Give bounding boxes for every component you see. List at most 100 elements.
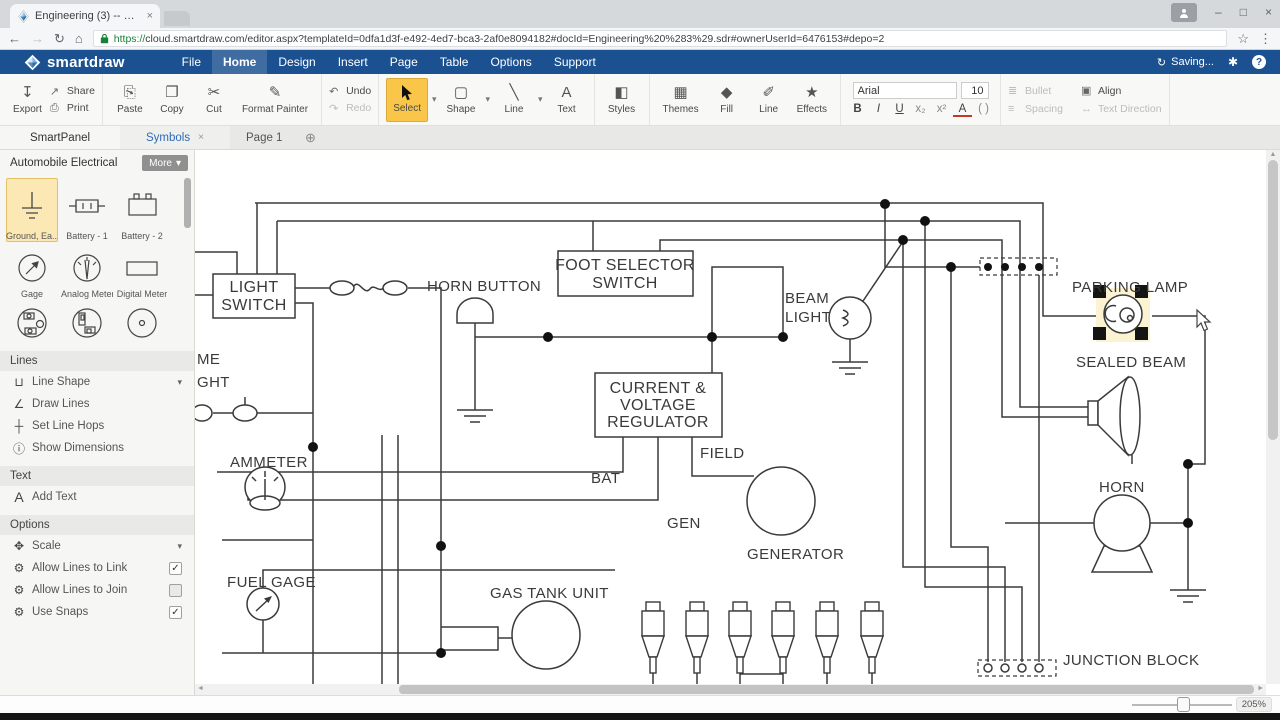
tab-symbols[interactable]: Symbols× [120,126,230,149]
bullet-button[interactable]: ≣Bullet [1008,84,1063,97]
symbol-distributor-2[interactable] [61,302,113,342]
spacing-button[interactable]: ≡Spacing [1008,103,1063,115]
horn-button-symbol[interactable] [457,298,493,323]
undo-button[interactable]: ↶Undo [329,85,371,98]
panel-scrollbar[interactable] [184,178,191,326]
fuse-link-symbols[interactable] [330,281,407,295]
use-snaps-checkbox[interactable]: ✓ [169,606,182,619]
vertical-scrollbar-thumb[interactable] [1268,160,1278,440]
use-snaps-item[interactable]: ⚙Use Snaps✓ [0,601,194,623]
line-shape-item[interactable]: ⊔Line Shape▾ [0,371,194,393]
draw-lines-item[interactable]: ∠Draw Lines [0,393,194,415]
add-text-item[interactable]: AAdd Text [0,486,194,508]
fill-button[interactable]: ◆Fill [707,78,747,122]
scroll-left-icon[interactable]: ◄ [197,685,204,692]
menu-file[interactable]: File [171,50,212,74]
menu-options[interactable]: Options [479,50,542,74]
scroll-right-icon[interactable]: ► [1257,685,1264,692]
ammeter-symbol[interactable] [245,467,285,510]
cable-connector-symbols[interactable] [642,602,883,673]
gas-tank-symbol[interactable] [512,601,580,669]
canvas-horizontal-scrollbar[interactable]: ◄ ► [195,684,1266,695]
scale-caret[interactable]: ▾ [177,541,182,552]
menu-insert[interactable]: Insert [327,50,379,74]
junction-block-symbol[interactable] [978,660,1056,676]
menu-support[interactable]: Support [543,50,607,74]
print-button[interactable]: ⎙Print [50,102,95,115]
symbol-gage[interactable]: Gage [6,244,58,300]
bookmark-star-icon[interactable]: ☆ [1237,31,1249,47]
symbols-tab-close-icon[interactable]: × [198,132,204,143]
text-direction-button[interactable]: ↔Text Direction [1081,103,1162,115]
shape-caret[interactable]: ▾ [483,94,492,105]
redo-button[interactable]: ↷Redo [329,102,371,115]
scroll-up-icon[interactable]: ▲ [1270,150,1277,160]
line-format-button[interactable]: ✐Line [749,78,789,122]
reload-icon[interactable]: ↻ [54,31,65,47]
themes-button[interactable]: ▦Themes [657,78,705,122]
underline-button[interactable]: U [890,103,909,117]
home-icon[interactable]: ⌂ [75,31,83,46]
menu-home[interactable]: Home [212,50,267,74]
select-tool-button[interactable]: Select [386,78,428,122]
tab-smartpanel[interactable]: SmartPanel [0,126,120,149]
canvas-vertical-scrollbar[interactable]: ▲ [1266,150,1280,684]
line-tool-button[interactable]: ╲Line [494,78,534,122]
show-dimensions-item[interactable]: ⓘShow Dimensions [0,437,194,459]
cut-button[interactable]: ✂Cut [194,78,234,122]
share-button[interactable]: ↗Share [50,85,95,98]
symbol-distributor-1[interactable] [6,302,58,342]
zoom-slider-thumb[interactable] [1177,697,1190,712]
subscript-button[interactable]: x₂ [911,103,930,117]
add-page-button[interactable]: ⊕ [298,126,322,149]
allow-lines-link-checkbox[interactable]: ✓ [169,562,182,575]
menu-table[interactable]: Table [429,50,480,74]
beam-light-symbol[interactable] [829,297,871,339]
align-button[interactable]: ▣Align [1081,84,1162,97]
set-line-hops-item[interactable]: ┼Set Line Hops [0,415,194,437]
window-minimize-button[interactable]: – [1215,3,1222,22]
symbol-battery-2[interactable]: Battery - 2 [116,178,168,242]
allow-lines-join-checkbox[interactable] [169,584,182,597]
copy-button[interactable]: ❐Copy [152,78,192,122]
scale-item[interactable]: ✥Scale▾ [0,535,194,557]
tab-page-1[interactable]: Page 1 [230,126,298,149]
sealed-beam-symbol[interactable] [1088,377,1140,455]
effects-button[interactable]: ★Effects [791,78,833,122]
back-icon[interactable]: ← [8,31,21,46]
panel-scrollbar-thumb[interactable] [184,178,191,228]
symbol-distributor-3[interactable] [116,302,168,342]
styles-button[interactable]: ◧Styles [602,78,642,122]
zoom-level[interactable]: 205% [1236,697,1272,712]
line-caret[interactable]: ▾ [536,94,545,105]
symbol-button[interactable]: ( ) [974,103,993,117]
tab-close-icon[interactable]: × [147,10,153,22]
browser-profile-avatar[interactable] [1171,3,1197,22]
drawing-canvas[interactable]: LIGHT SWITCH FOOT SELECTOR SWITCH CURREN… [195,150,1280,695]
menu-page[interactable]: Page [379,50,429,74]
window-restore-button[interactable]: □ [1240,3,1247,22]
horn-symbol[interactable] [1092,495,1152,572]
superscript-button[interactable]: x² [932,103,951,117]
line-shape-caret[interactable]: ▾ [177,377,182,388]
format-painter-button[interactable]: ✎Format Painter [236,78,314,122]
browser-tab[interactable]: Engineering (3) -- Smart × [10,4,160,28]
symbol-ground[interactable]: Ground, Ea... [6,178,58,242]
notifications-icon[interactable]: ✱ [1228,55,1238,69]
symbol-battery-1[interactable]: Battery - 1 [61,178,113,242]
horizontal-scrollbar-thumb[interactable] [399,685,1254,694]
url-bar[interactable]: https://cloud.smartdraw.com/editor.aspx?… [93,30,1228,47]
font-size-input[interactable] [961,82,989,99]
italic-button[interactable]: I [869,103,888,117]
bold-button[interactable]: B [848,103,867,117]
allow-lines-link-item[interactable]: ⚙Allow Lines to Link✓ [0,557,194,579]
new-tab-button[interactable] [164,11,190,26]
browser-menu-icon[interactable]: ⋮ [1259,31,1272,47]
export-button[interactable]: ↧Export [7,78,48,122]
text-tool-button[interactable]: AText [547,78,587,122]
allow-lines-join-item[interactable]: ⚙Allow Lines to Join [0,579,194,601]
font-name-input[interactable] [853,82,957,99]
shape-tool-button[interactable]: ▢Shape [441,78,482,122]
font-color-button[interactable]: A [953,103,972,117]
selection-handle[interactable] [1093,327,1106,340]
